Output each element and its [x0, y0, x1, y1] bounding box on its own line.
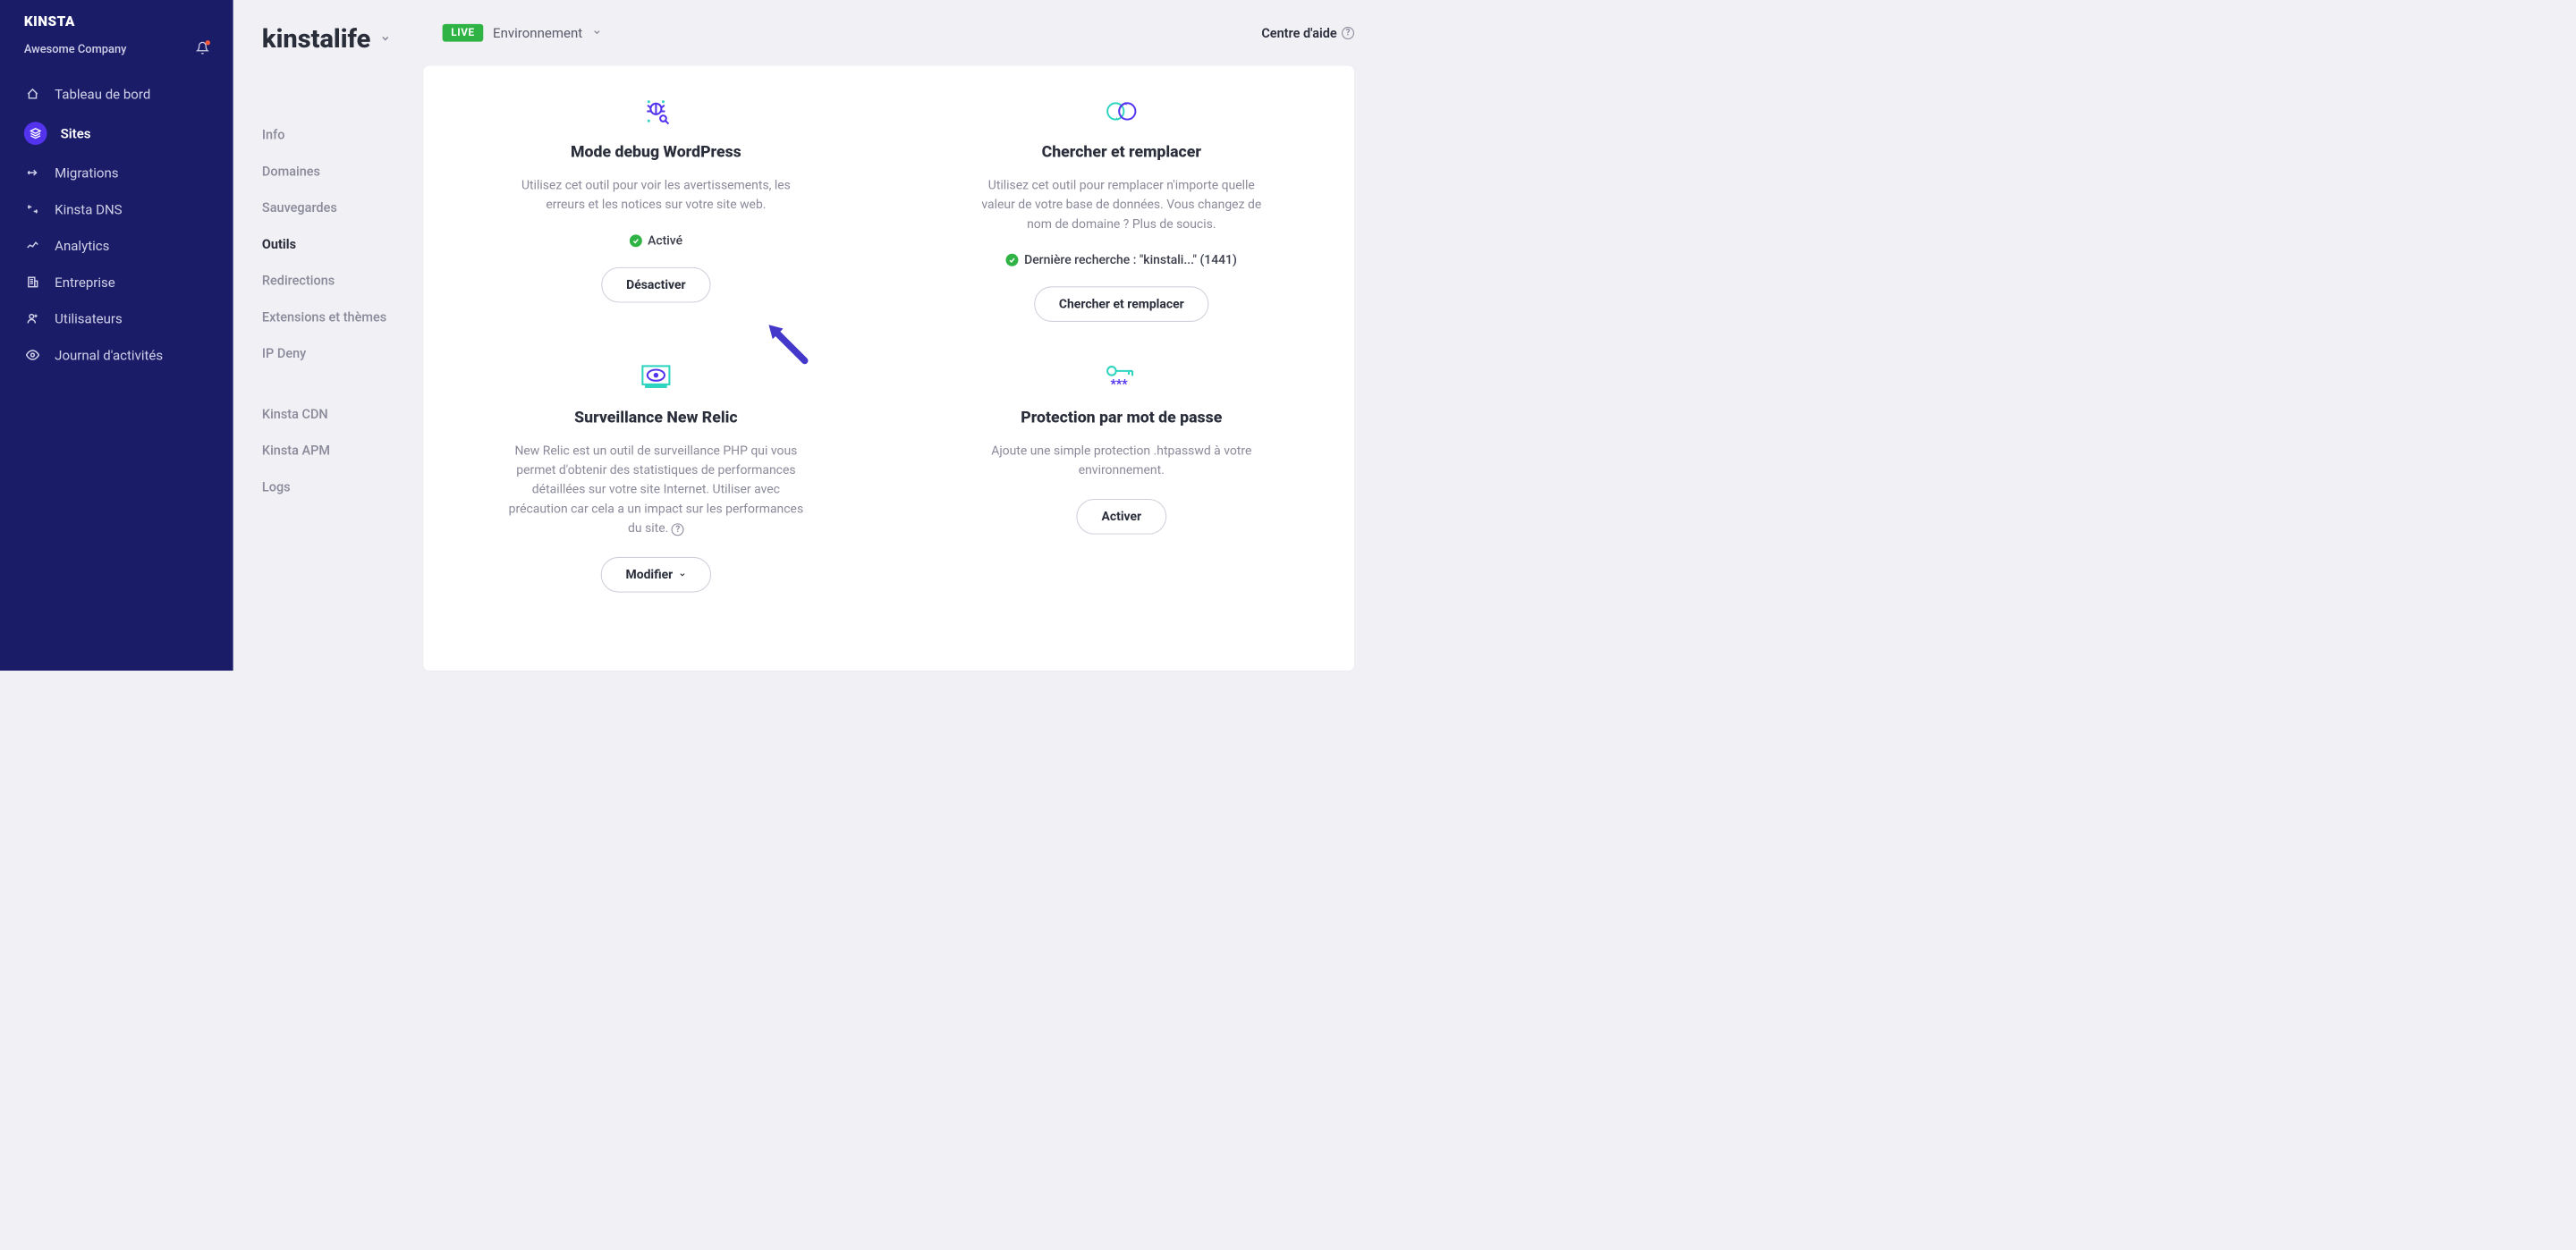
- tool-desc: Ajoute une simple protection .htpasswd à…: [972, 442, 1270, 480]
- chart-icon: [24, 237, 41, 254]
- sidebar-item-activity-log[interactable]: Journal d'activités: [0, 337, 233, 374]
- sidebar-item-label: Utilisateurs: [55, 310, 123, 326]
- help-center-link[interactable]: Centre d'aide ?: [1261, 25, 1354, 40]
- sidebar-item-sites[interactable]: Sites: [0, 113, 233, 155]
- subnav-item-domains[interactable]: Domaines: [262, 153, 423, 190]
- tool-status: Activé: [630, 233, 682, 248]
- search-replace-button[interactable]: Chercher et remplacer: [1034, 286, 1209, 322]
- subnav-item-apm[interactable]: Kinsta APM: [262, 432, 423, 469]
- sidebar-item-label: Kinsta DNS: [55, 201, 122, 217]
- tool-title: Mode debug WordPress: [571, 142, 741, 161]
- chevron-down-icon[interactable]: [380, 33, 391, 46]
- subnav-item-plugins-themes[interactable]: Extensions et thèmes: [262, 299, 423, 335]
- live-badge: LIVE: [443, 24, 484, 42]
- sidebar-item-label: Tableau de bord: [55, 86, 150, 102]
- kinsta-logo: KINSTA: [0, 14, 233, 41]
- tool-desc: Utilisez cet outil pour remplacer n'impo…: [972, 175, 1270, 233]
- tool-card-debug: Mode debug WordPress Utilisez cet outil …: [462, 95, 851, 322]
- tool-desc: Utilisez cet outil pour voir les avertis…: [507, 175, 805, 214]
- home-icon: [24, 85, 41, 102]
- dns-icon: [24, 200, 41, 217]
- arrow-right-icon: [24, 164, 41, 181]
- site-subnav: kinstalife Info Domaines Sauvegardes Out…: [233, 0, 423, 671]
- sidebar-item-dashboard[interactable]: Tableau de bord: [0, 76, 233, 113]
- help-link-label: Centre d'aide: [1261, 25, 1336, 40]
- disable-debug-button[interactable]: Désactiver: [601, 267, 710, 303]
- check-icon: [1006, 254, 1019, 266]
- subnav-item-logs[interactable]: Logs: [262, 469, 423, 505]
- tool-title: Chercher et remplacer: [1042, 142, 1201, 161]
- building-icon: [24, 274, 41, 291]
- user-plus-icon: [24, 310, 41, 327]
- site-title: kinstalife: [262, 24, 370, 55]
- monitoring-icon: [639, 360, 674, 394]
- subnav-item-tools[interactable]: Outils: [262, 226, 423, 263]
- help-icon: ?: [1342, 27, 1354, 39]
- sidebar-item-label: Entreprise: [55, 274, 115, 291]
- check-icon: [630, 234, 642, 247]
- notifications-button[interactable]: [196, 41, 209, 56]
- sidebar-item-analytics[interactable]: Analytics: [0, 227, 233, 264]
- environment-selector[interactable]: LIVE Environnement: [443, 24, 602, 42]
- subnav-item-ip-deny[interactable]: IP Deny: [262, 335, 423, 372]
- sidebar-item-label: Sites: [61, 125, 91, 141]
- tool-desc: New Relic est un outil de surveillance P…: [507, 442, 805, 538]
- sidebar-item-users[interactable]: Utilisateurs: [0, 300, 233, 337]
- sidebar-item-company[interactable]: Entreprise: [0, 264, 233, 300]
- help-icon[interactable]: ?: [672, 523, 684, 536]
- status-text: Activé: [648, 233, 682, 248]
- sidebar-item-label: Analytics: [55, 238, 109, 254]
- password-icon: ***: [1104, 360, 1139, 394]
- search-replace-icon: [1106, 95, 1138, 129]
- tool-card-password: *** Protection par mot de passe Ajoute u…: [928, 360, 1317, 593]
- tool-title: Surveillance New Relic: [574, 409, 737, 427]
- subnav-item-backups[interactable]: Sauvegardes: [262, 190, 423, 226]
- sidebar-item-label: Migrations: [55, 165, 118, 181]
- svg-text:***: ***: [1111, 377, 1129, 391]
- button-label: Modifier: [625, 568, 673, 582]
- chevron-down-icon: [679, 568, 687, 582]
- layers-icon: [24, 122, 47, 145]
- subnav-item-redirects[interactable]: Redirections: [262, 262, 423, 299]
- debug-icon: [641, 95, 670, 129]
- status-text: Dernière recherche : "kinstali..." (1441…: [1024, 253, 1237, 267]
- tool-card-newrelic: Surveillance New Relic New Relic est un …: [462, 360, 851, 593]
- sidebar-item-migrations[interactable]: Migrations: [0, 155, 233, 191]
- sidebar-item-dns[interactable]: Kinsta DNS: [0, 191, 233, 228]
- env-label: Environnement: [493, 25, 582, 41]
- company-name: Awesome Company: [24, 42, 127, 55]
- main-content: LIVE Environnement Centre d'aide ? Mode …: [423, 0, 1382, 671]
- modify-newrelic-button[interactable]: Modifier: [601, 557, 712, 593]
- sidebar-item-label: Journal d'activités: [55, 347, 163, 363]
- subnav-item-cdn[interactable]: Kinsta CDN: [262, 396, 423, 433]
- tool-title: Protection par mot de passe: [1021, 409, 1222, 427]
- activate-password-button[interactable]: Activer: [1077, 499, 1166, 535]
- subnav-item-info[interactable]: Info: [262, 116, 423, 153]
- tool-status: Dernière recherche : "kinstali..." (1441…: [1006, 253, 1237, 267]
- main-sidebar: KINSTA Awesome Company Tableau de bord S…: [0, 0, 233, 671]
- notification-dot-icon: [206, 40, 210, 45]
- eye-icon: [24, 346, 41, 363]
- chevron-down-icon: [592, 27, 602, 38]
- tool-card-search-replace: Chercher et remplacer Utilisez cet outil…: [928, 95, 1317, 322]
- svg-text:KINSTA: KINSTA: [24, 14, 75, 30]
